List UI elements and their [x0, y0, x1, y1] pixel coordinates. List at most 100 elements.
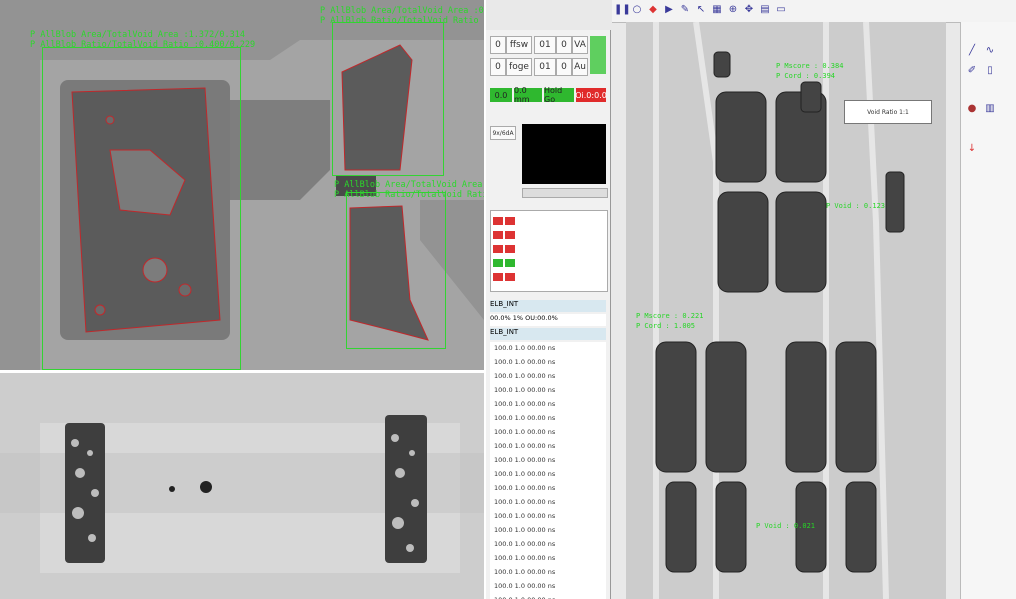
record-icon[interactable]: ●: [965, 102, 979, 116]
list-item-text: 100.0 1.0 00.00 ns: [494, 442, 556, 450]
cursor-icon[interactable]: ↖: [694, 3, 708, 17]
brush-icon[interactable]: ✐: [965, 64, 979, 78]
list-item-text: 100.0 1.0 00.00 ns: [494, 526, 556, 534]
eraser-icon[interactable]: ▯: [983, 64, 997, 78]
list-item[interactable]: 100.0 1.0 00.00 ns: [490, 412, 606, 427]
image-toolbar: ❚❚ ○ ◆ ▶ ✎ ↖ ▦ ⊕ ✥ ▤ ▭: [612, 0, 1016, 23]
xray-bottom-panel: [0, 373, 484, 599]
rect-icon[interactable]: ▭: [774, 3, 788, 17]
list-title-2: ELB_INT: [490, 328, 606, 340]
roi-box-right-top: [332, 22, 444, 176]
list-item[interactable]: 100.0 1.0 00.00 ns: [490, 398, 606, 413]
list-item[interactable]: 100.0 1.0 00.00 ns: [490, 552, 606, 567]
list-item[interactable]: 100.0 1.0 00.00 ns: [490, 566, 606, 581]
roi-box-left: [42, 47, 241, 370]
arrow-icon[interactable]: ↓: [965, 142, 979, 156]
zoom-label[interactable]: 9x/6dA: [490, 126, 516, 140]
pause-icon[interactable]: ❚❚: [614, 3, 631, 17]
list-title: ELB_INT: [490, 300, 606, 312]
line-icon[interactable]: ╱: [965, 44, 979, 58]
pen-icon[interactable]: ✎: [678, 3, 692, 17]
list-item-text: 100.0 1.0 00.00 ns: [494, 386, 556, 394]
status-button[interactable]: Hold Go: [544, 86, 574, 104]
list-title-text-2: ELB_INT: [490, 328, 519, 336]
move-icon[interactable]: ✥: [742, 3, 756, 17]
list-item[interactable]: 100.0 1.0 00.00 ns: [490, 384, 606, 399]
play-icon[interactable]: ▶: [662, 3, 676, 17]
list-item[interactable]: 100.0 1.0 00.00 ns: [490, 538, 606, 553]
list-item-text: 100.0 1.0 00.00 ns: [494, 540, 556, 548]
list-item[interactable]: 100.0 1.0 00.00 ns: [490, 454, 606, 469]
list-item-text: 100.0 1.0 00.00 ns: [494, 582, 556, 590]
grid-icon[interactable]: ▦: [710, 3, 724, 17]
run-toggle[interactable]: [590, 36, 606, 74]
list-item-text: 100.0 1.0 00.00 ns: [494, 568, 556, 576]
status-button[interactable]: Oi.0:0.0: [575, 88, 607, 102]
list-item-text: 100.0 1.0 00.00 ns: [494, 456, 556, 464]
status-button[interactable]: 0.0 mm: [514, 86, 542, 104]
list-header-text: 00.0% 1% OU:00.0%: [490, 314, 558, 322]
ctrl-cell[interactable]: 0: [556, 58, 572, 76]
xray-bottom-image: [0, 373, 484, 599]
ctrl-cell[interactable]: foge: [506, 58, 532, 76]
viewer-label: P Void : 0.021: [756, 522, 816, 530]
chart-icon[interactable]: ▥: [983, 102, 997, 116]
list-item[interactable]: 100.0 1.0 00.00 ns: [490, 496, 606, 511]
preview-slider[interactable]: [522, 188, 608, 198]
image-viewer[interactable]: Void Ratio 1:1 P Mscore : 0.384 P Cord :…: [626, 21, 946, 599]
list-item[interactable]: 100.0 1.0 00.00 ns: [490, 370, 606, 385]
ctrl-cell[interactable]: ffsw: [506, 36, 532, 54]
annot-area-right-bottom: P AllBlob Area/TotalVoid Area :0.314/: [334, 180, 484, 190]
annot-area-right-top: P AllBlob Area/TotalVoid Area :0.375/0.0: [320, 6, 484, 16]
list-item[interactable]: 100.0 1.0 00.00 ns: [490, 342, 606, 357]
list-item[interactable]: 100.0 1.0 00.00 ns: [490, 468, 606, 483]
list-item-text: 100.0 1.0 00.00 ns: [494, 400, 556, 408]
viewer-label: P Cord : 1.005: [636, 322, 696, 330]
list-item-text: 100.0 1.0 00.00 ns: [494, 344, 556, 352]
ctrl-cell[interactable]: 0: [556, 36, 572, 54]
list-item[interactable]: 100.0 1.0 00.00 ns: [490, 482, 606, 497]
annot-ratio-right-bottom: P AllBlob Ratio/TotalVoid Ratio :0.391: [334, 190, 484, 200]
list-item-text: 100.0 1.0 00.00 ns: [494, 512, 556, 520]
list-item-text: 100.0 1.0 00.00 ns: [494, 428, 556, 436]
ruler-icon[interactable]: ▤: [758, 3, 772, 17]
inspection-app-window: 0 ffsw 01 0 VA 0 foge 01 0 Au 0.0 0.0 mm…: [486, 0, 1016, 599]
list-item-text: 100.0 1.0 00.00 ns: [494, 554, 556, 562]
list-item[interactable]: 100.0 1.0 00.00 ns: [490, 580, 606, 595]
viewer-label: P Void : 0.123: [826, 202, 886, 210]
ctrl-cell[interactable]: 0: [490, 58, 506, 76]
zoom-icon[interactable]: ⊕: [726, 3, 740, 17]
viewer-label: P Mscore : 0.384: [776, 62, 844, 70]
list-item[interactable]: 100.0 1.0 00.00 ns: [490, 594, 606, 599]
ctrl-cell[interactable]: Au: [572, 58, 588, 76]
annot-ratio-right-top: P AllBlob Ratio/TotalVoid Ratio :0.377/0…: [320, 16, 484, 26]
ctrl-cell[interactable]: 01: [534, 36, 556, 54]
list-item-text: 100.0 1.0 00.00 ns: [494, 414, 556, 422]
ctrl-cell[interactable]: 01: [534, 58, 556, 76]
list-item[interactable]: 100.0 1.0 00.00 ns: [490, 510, 606, 525]
list-item[interactable]: 100.0 1.0 00.00 ns: [490, 356, 606, 371]
curve-icon[interactable]: ∿: [983, 44, 997, 58]
ctrl-cell[interactable]: VA: [572, 36, 588, 54]
annot-area-left: P AllBlob Area/TotalVoid Area :1.372/0.3…: [30, 30, 245, 40]
indicator-block: [490, 210, 608, 292]
list-item-text: 100.0 1.0 00.00 ns: [494, 498, 556, 506]
status-button[interactable]: 0.0: [490, 88, 512, 102]
list-item[interactable]: 100.0 1.0 00.00 ns: [490, 524, 606, 539]
list-title-text: ELB_INT: [490, 300, 519, 308]
xray-top-panel: P AllBlob Area/TotalVoid Area :1.372/0.3…: [0, 0, 484, 370]
info-dialog[interactable]: Void Ratio 1:1: [844, 100, 932, 124]
circle-icon[interactable]: ○: [630, 3, 644, 17]
list-header: 00.0% 1% OU:00.0%: [490, 314, 606, 326]
ctrl-cell[interactable]: 0: [490, 36, 506, 54]
annot-ratio-left: P AllBlob Ratio/TotalVoid Ratio :0.400/0…: [30, 40, 256, 50]
marker-icon[interactable]: ◆: [646, 3, 660, 17]
list-item-text: 100.0 1.0 00.00 ns: [494, 358, 556, 366]
list-item-text: 100.0 1.0 00.00 ns: [494, 484, 556, 492]
list-item-text: 100.0 1.0 00.00 ns: [494, 470, 556, 478]
control-panel: 0 ffsw 01 0 VA 0 foge 01 0 Au 0.0 0.0 mm…: [486, 30, 611, 599]
list-item-text: 100.0 1.0 00.00 ns: [494, 372, 556, 380]
list-item[interactable]: 100.0 1.0 00.00 ns: [490, 426, 606, 441]
viewer-label: P Mscore : 0.221: [636, 312, 704, 320]
list-item[interactable]: 100.0 1.0 00.00 ns: [490, 440, 606, 455]
